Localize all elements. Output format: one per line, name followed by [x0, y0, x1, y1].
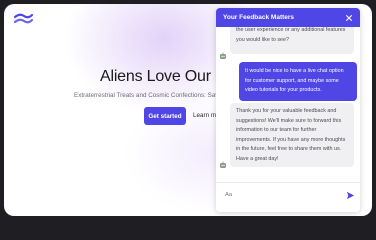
get-started-button[interactable]: Get started: [144, 107, 186, 125]
hero-subtitle: Extraterrestrial Treats and Cosmic Confe…: [74, 92, 225, 99]
message-input[interactable]: [225, 189, 335, 201]
bot-message: the user experience or any additional fe…: [230, 27, 354, 54]
message-composer: [216, 182, 360, 212]
hero-title: Aliens Love Our C: [100, 68, 227, 85]
message-list[interactable]: the user experience or any additional fe…: [216, 27, 360, 182]
feedback-chat-widget: Your Feedback Matters the user experienc…: [216, 8, 360, 212]
bot-message: Thank you for your valuable feedback and…: [230, 103, 354, 167]
website-page: Aliens Love Our C Extraterrestrial Treat…: [4, 4, 372, 216]
chat-header: Your Feedback Matters: [216, 8, 360, 27]
bot-avatar-icon: [220, 52, 226, 59]
close-icon[interactable]: [344, 14, 354, 22]
send-icon[interactable]: [346, 191, 355, 200]
learn-more-link[interactable]: Learn m: [193, 112, 216, 119]
logo-icon[interactable]: [12, 10, 34, 28]
bot-avatar-icon: [220, 161, 226, 168]
chat-title: Your Feedback Matters: [223, 14, 295, 21]
user-message: It would be nice to have a live chat opt…: [239, 62, 357, 101]
